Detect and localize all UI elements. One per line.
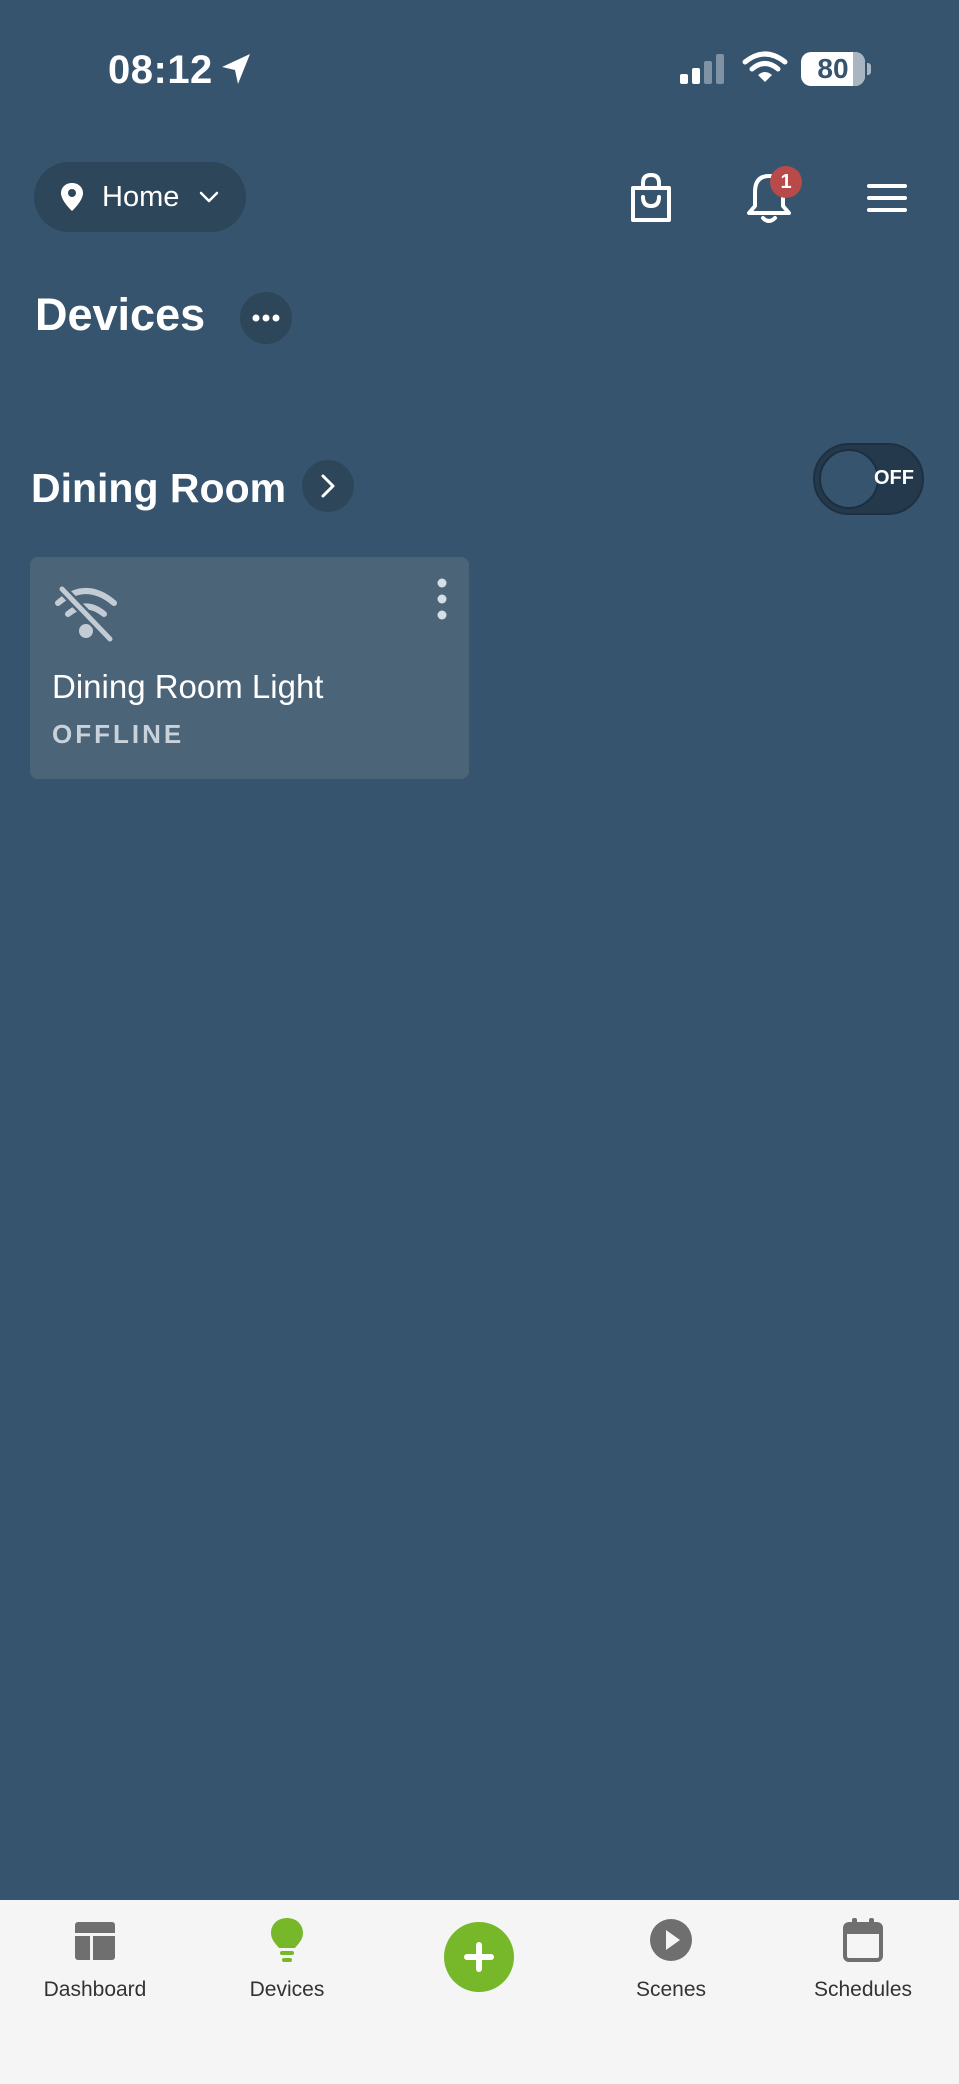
tab-label-scenes: Scenes	[635, 1978, 707, 2001]
play-circle-icon	[650, 1919, 692, 1961]
map-pin-icon	[61, 183, 83, 211]
device-options-icon[interactable]	[430, 575, 454, 623]
device-status: OFFLINE	[52, 719, 185, 749]
toggle-knob	[819, 449, 879, 509]
calendar-icon	[843, 1918, 883, 1962]
dashboard-icon	[75, 1922, 115, 1960]
battery-level: 80	[817, 53, 849, 84]
wifi-off-icon	[55, 584, 117, 643]
tab-label-devices: Devices	[249, 1978, 325, 2001]
bottom-tab-bar: Dashboard Devices Scenes Schedules	[0, 1900, 959, 2084]
device-card[interactable]: Dining Room Light OFFLINE	[30, 557, 469, 779]
battery-nub	[867, 63, 871, 75]
tab-scenes[interactable]: Scenes	[591, 1900, 751, 2010]
device-name: Dining Room Light	[52, 668, 324, 705]
status-time: 08:12	[108, 48, 213, 92]
location-label: Home	[102, 180, 180, 213]
notification-badge: 1	[770, 166, 802, 198]
chevron-right-icon	[321, 474, 335, 498]
page-more-button[interactable]	[240, 292, 292, 344]
plus-icon	[464, 1942, 494, 1972]
tab-dashboard[interactable]: Dashboard	[15, 1900, 175, 2010]
location-arrow-icon	[222, 54, 250, 84]
signal-icon	[680, 54, 724, 84]
wifi-icon	[742, 51, 788, 82]
add-button[interactable]	[444, 1922, 514, 1992]
battery-icon: 80	[801, 52, 865, 86]
shopping-bag-icon[interactable]	[623, 170, 679, 226]
room-open-button[interactable]	[302, 460, 354, 512]
tab-label-dashboard: Dashboard	[43, 1978, 147, 2001]
room-power-toggle[interactable]: OFF	[813, 443, 924, 515]
lightbulb-icon	[271, 1918, 303, 1962]
room-title[interactable]: Dining Room	[31, 460, 286, 516]
tab-schedules[interactable]: Schedules	[783, 1900, 943, 2010]
tab-label-schedules: Schedules	[813, 1978, 913, 2001]
status-bar: 08:12 80	[0, 0, 959, 140]
tab-devices[interactable]: Devices	[207, 1900, 367, 2010]
toggle-state-label: OFF	[874, 467, 914, 489]
page-title: Devices	[35, 289, 206, 340]
hamburger-menu-icon[interactable]	[859, 170, 915, 226]
location-selector[interactable]: Home	[34, 162, 246, 232]
chevron-down-icon	[200, 191, 219, 203]
more-horizontal-icon	[252, 314, 280, 322]
